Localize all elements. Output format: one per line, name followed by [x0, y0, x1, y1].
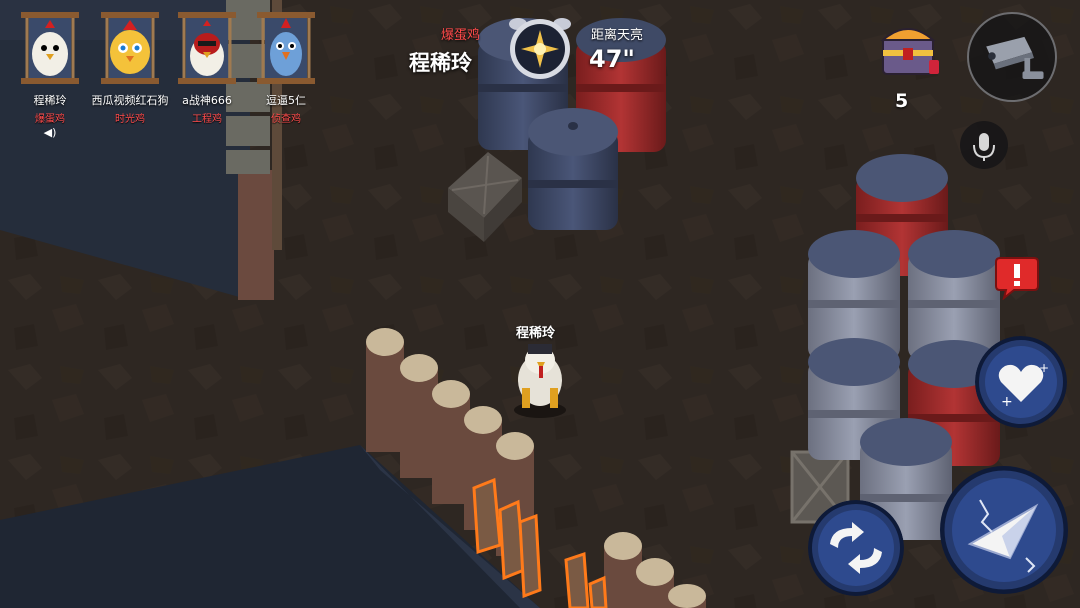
security-camera-button[interactable] — [967, 12, 1057, 102]
player-role: 侦查鸡 — [271, 114, 301, 125]
heal-skill-button[interactable]: + + — [975, 336, 1067, 428]
dawn-countdown-label: 距离天亮 — [591, 28, 644, 43]
player-card[interactable]: 程稀玲 爆蛋鸡 ◀) — [10, 8, 90, 139]
player-role: 爆蛋鸡 — [35, 114, 65, 125]
microphone-button[interactable] — [960, 121, 1008, 169]
player-name: 程稀玲 — [33, 94, 67, 107]
treasure-chest-icon[interactable] — [873, 14, 945, 86]
caged-white-chicken-icon — [21, 12, 79, 84]
security-camera-icon — [986, 36, 1044, 79]
player-card[interactable]: 西瓜视频红石狗 时光鸡 — [90, 8, 170, 125]
barrel — [528, 108, 618, 230]
attack-skill-button[interactable] — [940, 466, 1068, 594]
caged-yellow-chicken-icon — [101, 12, 159, 84]
player-name: 逗逼5仁 — [266, 94, 306, 107]
caged-blue-chicken-icon — [257, 12, 315, 84]
chest-count: 5 — [895, 90, 909, 112]
player-role: 时光鸡 — [115, 114, 145, 125]
player-name-label: 程稀玲 — [516, 326, 556, 341]
flip-skill-button[interactable] — [808, 500, 904, 596]
player-name: a战神666 — [182, 94, 232, 107]
caged-red-masked-chicken-icon — [178, 12, 236, 84]
speaker-icon: ◀) — [43, 126, 57, 139]
self-name: 程稀玲 — [409, 51, 472, 75]
player-card[interactable]: 逗逼5仁 侦查鸡 — [246, 8, 326, 125]
day-night-clock-icon — [509, 18, 571, 79]
dawn-countdown-timer: 47" — [589, 45, 635, 73]
microphone-icon — [973, 133, 995, 161]
building-post — [238, 170, 274, 300]
self-role-label: 爆蛋鸡 — [441, 28, 481, 43]
exclamation-alert-icon[interactable] — [994, 252, 1040, 300]
svg-text:+: + — [1001, 394, 1013, 410]
player-role: 工程鸡 — [192, 114, 222, 125]
svg-text:+: + — [1039, 361, 1049, 375]
player-name: 西瓜视频红石狗 — [91, 94, 169, 107]
player-card[interactable]: a战神666 工程鸡 — [167, 8, 247, 125]
